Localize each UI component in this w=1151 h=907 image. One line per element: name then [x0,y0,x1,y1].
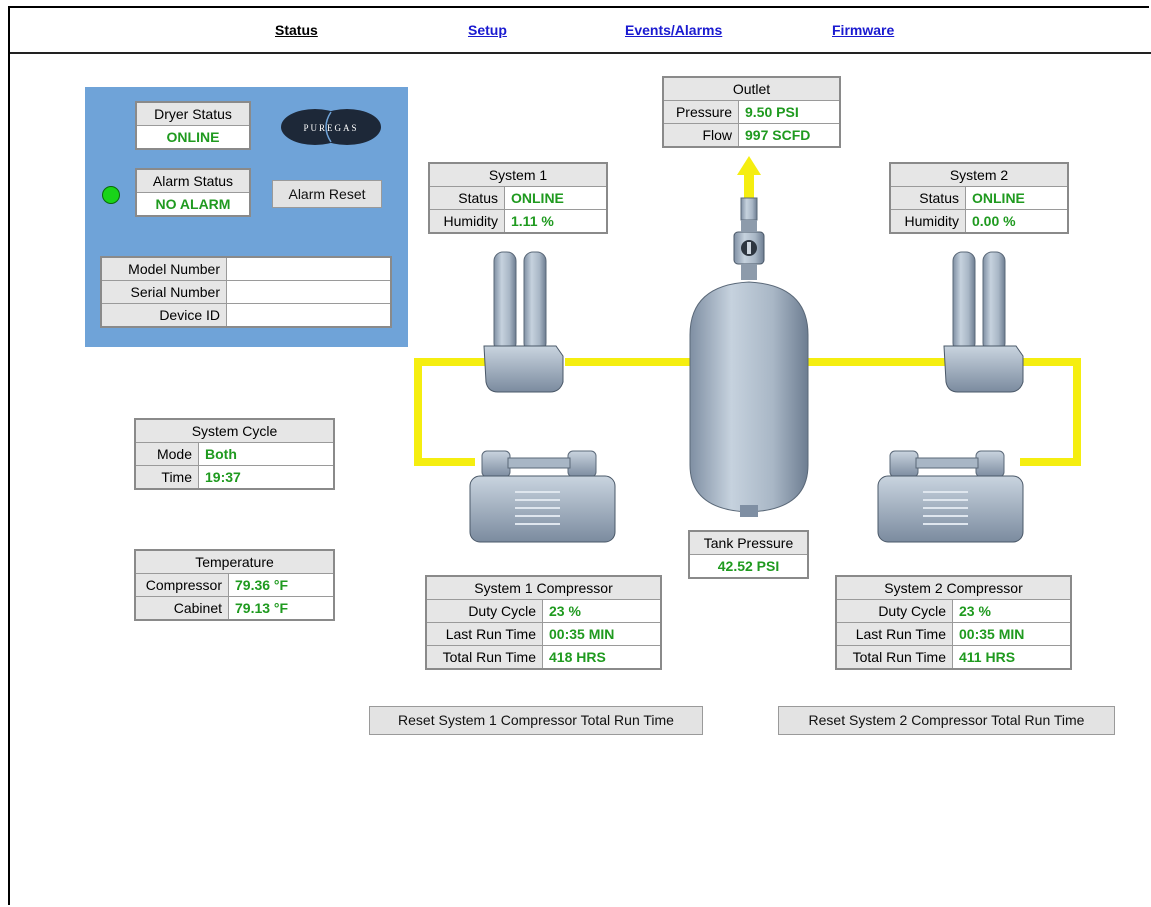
device-info-table: Model Number Serial Number Device ID [100,256,392,328]
cycle-mode-label: Mode [134,442,199,466]
device-id-label: Device ID [100,303,227,328]
outlet-arrow [737,156,761,200]
comp2-total-run-label: Total Run Time [835,645,953,670]
alarm-status-box: Alarm Status NO ALARM [135,168,251,217]
system1-dryer-icon [483,251,564,393]
system1-compressor-icon [469,450,616,543]
cabinet-temp-value: 79.13 °F [228,596,335,621]
cycle-time-value: 19:37 [198,465,335,490]
comp2-last-run-label: Last Run Time [835,622,953,646]
model-number-value [226,256,392,281]
alarm-reset-button[interactable]: Alarm Reset [272,180,382,208]
outlet-flow-label: Flow [662,123,739,148]
tank-icon [689,281,809,517]
reset-system1-runtime-button[interactable]: Reset System 1 Compressor Total Run Time [369,706,703,735]
system2-humidity-value: 0.00 % [965,209,1069,234]
system2-dryer-icon [943,251,1024,393]
system2-compressor-box: System 2 Compressor Duty Cycle 23 % Last… [835,575,1072,670]
compressor-temp-label: Compressor [134,573,229,597]
tank-pressure-title: Tank Pressure [688,530,809,555]
outlet-title: Outlet [662,76,841,101]
compressor-temp-value: 79.36 °F [228,573,335,597]
system2-box: System 2 Status ONLINE Humidity 0.00 % [889,162,1069,234]
cycle-time-label: Time [134,465,199,490]
dryer-status-box: Dryer Status ONLINE [135,101,251,150]
outlet-box: Outlet Pressure 9.50 PSI Flow 997 SCFD [662,76,841,148]
comp2-total-run-value: 411 HRS [952,645,1072,670]
comp1-duty-label: Duty Cycle [425,599,543,623]
comp1-last-run-value: 00:35 MIN [542,622,662,646]
system1-title: System 1 [428,162,608,187]
puregas-logo: PUREGAS [281,109,381,145]
system2-status-value: ONLINE [965,186,1069,210]
system1-status-label: Status [428,186,505,210]
system1-status-value: ONLINE [504,186,608,210]
comp1-last-run-label: Last Run Time [425,622,543,646]
svg-text:PUREGAS: PUREGAS [303,123,358,133]
alarm-status-value: NO ALARM [135,192,251,217]
alarm-status-label: Alarm Status [135,168,251,193]
system-cycle-box: System Cycle Mode Both Time 19:37 [134,418,335,490]
system2-title: System 2 [889,162,1069,187]
model-number-label: Model Number [100,256,227,281]
cabinet-temp-label: Cabinet [134,596,229,621]
reset-system2-runtime-button[interactable]: Reset System 2 Compressor Total Run Time [778,706,1115,735]
outlet-valve-icon [733,197,765,280]
system1-humidity-label: Humidity [428,209,505,234]
outlet-flow-value: 997 SCFD [738,123,841,148]
alarm-status-led [102,186,120,204]
temperature-title: Temperature [134,549,335,574]
comp2-last-run-value: 00:35 MIN [952,622,1072,646]
outlet-pressure-value: 9.50 PSI [738,100,841,124]
system1-box: System 1 Status ONLINE Humidity 1.11 % [428,162,608,234]
comp2-duty-value: 23 % [952,599,1072,623]
cycle-mode-value: Both [198,442,335,466]
system-cycle-title: System Cycle [134,418,335,443]
serial-number-value [226,280,392,304]
system2-humidity-label: Humidity [889,209,966,234]
system2-status-label: Status [889,186,966,210]
temperature-box: Temperature Compressor 79.36 °F Cabinet … [134,549,335,621]
comp1-title: System 1 Compressor [425,575,662,600]
comp1-total-run-label: Total Run Time [425,645,543,670]
comp1-duty-value: 23 % [542,599,662,623]
comp2-title: System 2 Compressor [835,575,1072,600]
outlet-pressure-label: Pressure [662,100,739,124]
system1-humidity-value: 1.11 % [504,209,608,234]
comp2-duty-label: Duty Cycle [835,599,953,623]
tank-pressure-value: 42.52 PSI [688,554,809,579]
comp1-total-run-value: 418 HRS [542,645,662,670]
serial-number-label: Serial Number [100,280,227,304]
dryer-status-value: ONLINE [135,125,251,150]
device-id-value [226,303,392,328]
tank-pressure-box: Tank Pressure 42.52 PSI [688,530,809,579]
system1-compressor-box: System 1 Compressor Duty Cycle 23 % Last… [425,575,662,670]
system2-compressor-icon [877,450,1024,543]
dryer-status-label: Dryer Status [135,101,251,126]
